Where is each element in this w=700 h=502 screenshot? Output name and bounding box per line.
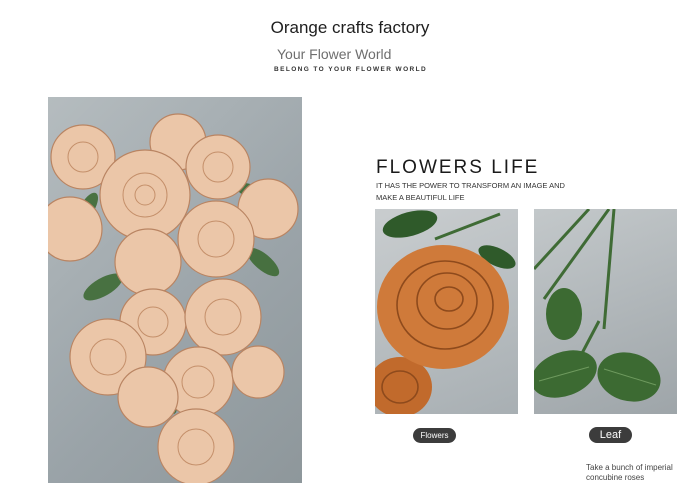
feature-headline: FLOWERS LIFE bbox=[376, 157, 540, 178]
rose-bouquet-photo bbox=[48, 97, 302, 483]
product-caption: Take a bunch of imperial concubine roses bbox=[586, 463, 673, 482]
feature-subheadline: IT HAS THE POWER TO TRANSFORM AN IMAGE A… bbox=[376, 181, 565, 202]
rose-closeup-photo bbox=[375, 209, 518, 414]
leaf-closeup-photo bbox=[534, 209, 677, 414]
brand-title: Orange crafts factory bbox=[270, 18, 430, 37]
brand-tagline: BELONG TO YOUR FLOWER WORLD bbox=[274, 66, 428, 73]
flowers-label-pill: Flowers bbox=[413, 428, 456, 443]
leaf-label-pill: Leaf bbox=[589, 427, 632, 443]
brand-subtitle: Your Flower World bbox=[277, 46, 392, 62]
